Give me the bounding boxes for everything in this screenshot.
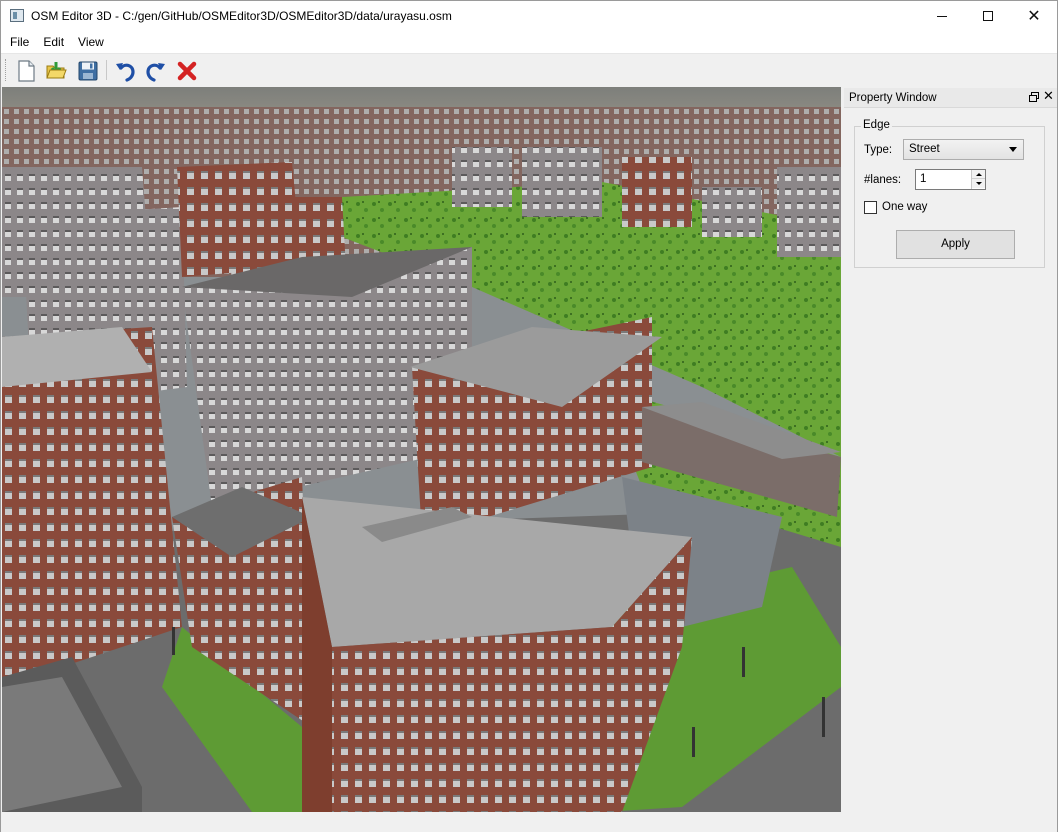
property-window-header: Property Window ✕: [844, 88, 1057, 108]
new-file-button[interactable]: [12, 57, 40, 85]
minimize-icon: [937, 15, 947, 17]
edge-group-label: Edge: [861, 119, 892, 131]
open-file-icon: [46, 62, 67, 79]
new-file-icon: [18, 60, 35, 82]
spin-buttons: [971, 170, 985, 189]
app-window: OSM Editor 3D - C:/gen/GitHub/OSMEditor3…: [0, 0, 1058, 832]
arrow-down-icon: [975, 182, 982, 185]
close-dock-icon[interactable]: ✕: [1043, 89, 1054, 104]
open-file-button[interactable]: [42, 57, 70, 85]
toolbar-grip[interactable]: [5, 59, 8, 81]
3d-city-view-icon: [2, 87, 841, 812]
close-icon: ✕: [1027, 6, 1041, 25]
float-icon[interactable]: [1028, 91, 1040, 103]
spin-down-button[interactable]: [972, 179, 985, 188]
menu-bar: File Edit View: [1, 31, 1057, 53]
maximize-button[interactable]: [965, 1, 1011, 31]
one-way-label: One way: [882, 201, 928, 213]
save-button[interactable]: [74, 57, 102, 85]
menu-file[interactable]: File: [3, 31, 36, 53]
3d-viewport[interactable]: [2, 87, 841, 812]
property-window-title: Property Window: [849, 92, 937, 104]
type-select[interactable]: Street: [903, 139, 1024, 160]
window-title: OSM Editor 3D - C:/gen/GitHub/OSMEditor3…: [31, 9, 452, 23]
toolbar: [1, 53, 1057, 86]
apply-button[interactable]: Apply: [896, 230, 1015, 259]
title-bar: OSM Editor 3D - C:/gen/GitHub/OSMEditor3…: [1, 1, 1057, 31]
undo-button[interactable]: [111, 57, 139, 85]
property-window: Property Window ✕ Edge Type: Street #lan…: [844, 88, 1057, 812]
toolbar-separator: [106, 60, 107, 80]
status-strip: [1, 812, 1057, 832]
type-label: Type:: [864, 144, 893, 156]
menu-edit[interactable]: Edit: [36, 31, 71, 53]
maximize-icon: [983, 11, 993, 21]
spin-up-button[interactable]: [972, 170, 985, 179]
lanes-label: #lanes:: [864, 174, 902, 186]
chevron-down-icon: [1009, 147, 1017, 152]
undo-icon: [116, 63, 135, 82]
arrow-up-icon: [975, 172, 982, 176]
lanes-spinbox[interactable]: 1: [915, 169, 986, 190]
close-button[interactable]: ✕: [1011, 1, 1057, 31]
one-way-checkbox[interactable]: [864, 201, 877, 214]
delete-icon: [177, 61, 197, 81]
save-icon: [78, 61, 98, 81]
redo-button[interactable]: [142, 57, 170, 85]
type-select-value: Street: [909, 143, 940, 155]
minimize-button[interactable]: [919, 1, 965, 31]
menu-view[interactable]: View: [71, 31, 111, 53]
redo-icon: [146, 63, 165, 82]
delete-button[interactable]: [173, 57, 201, 85]
app-icon: [10, 9, 24, 22]
lanes-value: 1: [920, 173, 927, 185]
